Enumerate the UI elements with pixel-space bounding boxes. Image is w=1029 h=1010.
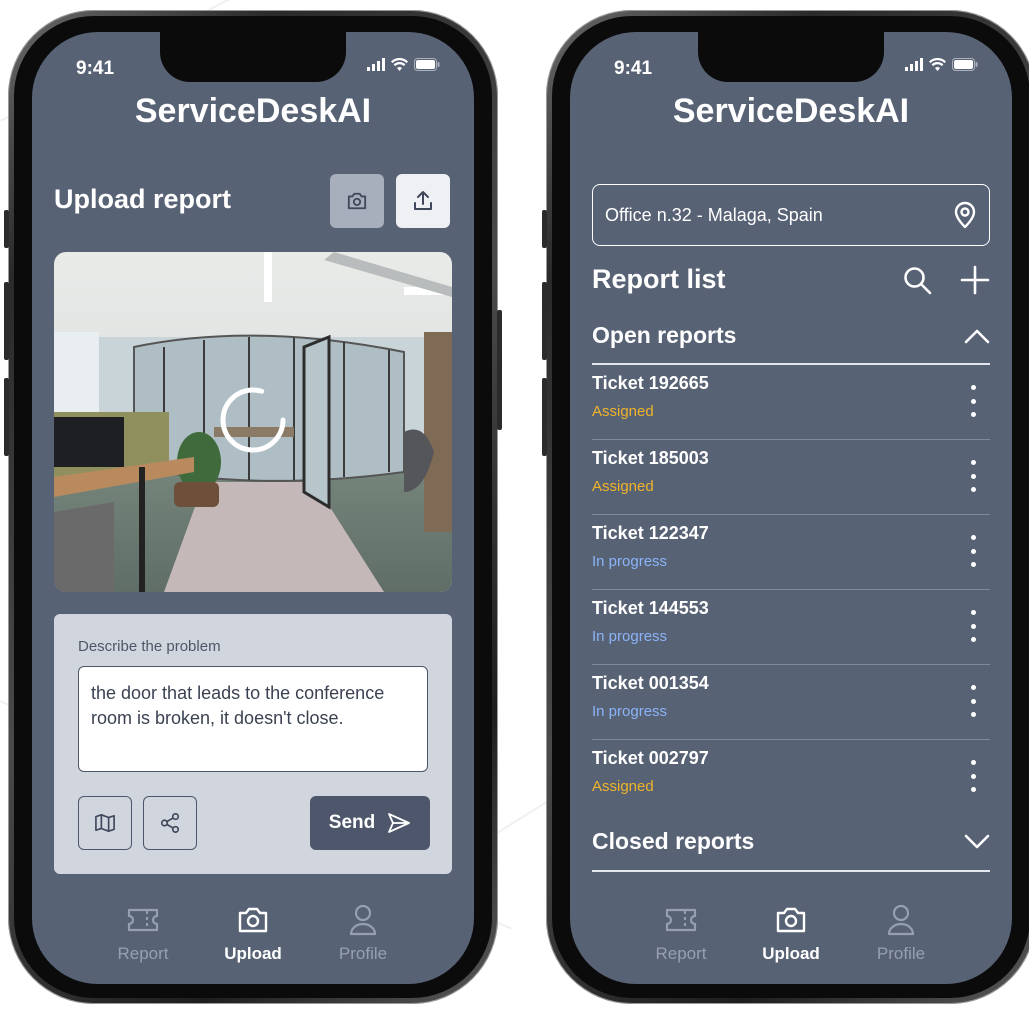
status-time: 9:41 — [76, 58, 115, 79]
upload-icon — [414, 191, 432, 210]
camera-button[interactable] — [330, 174, 384, 228]
tab-report[interactable]: Report — [93, 902, 193, 964]
ticket-status: In progress — [592, 553, 668, 570]
tab-report-label: Report — [117, 944, 169, 963]
tab-upload-label: Upload — [762, 944, 820, 963]
battery-icon — [952, 58, 978, 71]
send-icon — [388, 813, 411, 833]
open-reports-label: Open reports — [592, 322, 737, 348]
camera-icon — [238, 907, 268, 933]
upload-screen: 9:41 ServiceDeskAI Upload report Describ… — [32, 32, 474, 984]
ticket-row[interactable]: Ticket 001354 In progress — [592, 665, 990, 740]
closed-reports-label: Closed reports — [592, 828, 755, 854]
tab-profile-label: Profile — [876, 944, 926, 963]
ticket-title: Ticket 185003 — [592, 448, 709, 468]
tab-upload[interactable]: Upload — [203, 902, 303, 964]
tab-upload[interactable]: Upload — [741, 902, 841, 964]
more-vertical-icon[interactable] — [970, 760, 976, 792]
phone-report-list: 9:41 ServiceDeskAI Office n.32 - Malaga,… — [542, 10, 1029, 1004]
ticket-icon — [665, 908, 697, 932]
ticket-title: Ticket 192665 — [592, 373, 709, 393]
page-title: Upload report — [54, 184, 232, 214]
ticket-row[interactable]: Ticket 192665 Assigned — [592, 365, 990, 440]
location-pin-icon — [954, 201, 976, 229]
search-icon[interactable] — [902, 265, 932, 295]
office-photo — [54, 252, 452, 592]
more-vertical-icon[interactable] — [970, 685, 976, 717]
ticket-status: Assigned — [592, 778, 654, 795]
signal-icon — [367, 58, 385, 71]
map-button[interactable] — [78, 796, 132, 850]
status-time: 9:41 — [614, 58, 653, 79]
more-vertical-icon[interactable] — [970, 610, 976, 642]
ticket-title: Ticket 002797 — [592, 748, 709, 768]
plus-icon[interactable] — [960, 265, 990, 295]
share-icon — [160, 813, 180, 833]
tab-bar: Report Upload Profile — [32, 902, 474, 972]
share-button[interactable] — [143, 796, 197, 850]
send-button-label: Send — [328, 812, 376, 833]
tab-profile-label: Profile — [338, 944, 388, 963]
more-vertical-icon[interactable] — [970, 535, 976, 567]
wifi-icon — [929, 58, 946, 71]
report-photo — [54, 252, 452, 592]
app-title: ServiceDeskAI — [134, 92, 372, 130]
upload-button[interactable] — [396, 174, 450, 228]
ticket-title: Ticket 001354 — [592, 673, 709, 693]
form-label: Describe the problem — [78, 638, 221, 655]
report-list-header: Report list — [592, 264, 990, 295]
chevron-up-icon — [964, 329, 990, 343]
user-icon — [349, 904, 377, 936]
tab-report-label: Report — [655, 944, 707, 963]
user-icon — [887, 904, 915, 936]
closed-reports-header[interactable]: Closed reports — [592, 828, 990, 855]
ticket-status: Assigned — [592, 403, 654, 420]
signal-icon — [905, 58, 923, 71]
tab-report[interactable]: Report — [631, 902, 731, 964]
battery-icon — [414, 58, 440, 71]
tab-bar: Report Upload Profile — [570, 902, 1012, 972]
map-icon — [95, 814, 115, 832]
page-title: Report list — [592, 264, 726, 294]
ticket-row[interactable]: Ticket 122347 In progress — [592, 515, 990, 590]
location-text: Office n.32 - Malaga, Spain — [605, 204, 823, 225]
ticket-row[interactable]: Ticket 144553 In progress — [592, 590, 990, 665]
phone-upload: 9:41 ServiceDeskAI Upload report Describ… — [4, 10, 502, 1004]
notch — [698, 32, 884, 82]
ticket-row[interactable]: Ticket 185003 Assigned — [592, 440, 990, 515]
ticket-status: In progress — [592, 628, 668, 645]
ticket-title: Ticket 122347 — [592, 523, 709, 543]
report-list-screen: 9:41 ServiceDeskAI Office n.32 - Malaga,… — [570, 32, 1012, 984]
description-textarea[interactable]: the door that leads to the conference ro… — [78, 666, 428, 772]
camera-icon — [347, 192, 367, 210]
open-reports-header[interactable]: Open reports — [592, 322, 990, 349]
ticket-status: Assigned — [592, 478, 654, 495]
chevron-down-icon — [964, 834, 990, 848]
ticket-status: In progress — [592, 703, 668, 720]
tab-profile[interactable]: Profile — [313, 902, 413, 964]
wifi-icon — [391, 58, 408, 71]
location-selector[interactable]: Office n.32 - Malaga, Spain — [592, 184, 990, 246]
tab-upload-label: Upload — [224, 944, 282, 963]
ticket-icon — [127, 908, 159, 932]
report-form: Describe the problem the door that leads… — [54, 614, 452, 874]
status-icons — [905, 58, 978, 71]
ticket-title: Ticket 144553 — [592, 598, 709, 618]
ticket-row[interactable]: Ticket 002797 Assigned — [592, 740, 990, 815]
more-vertical-icon[interactable] — [970, 460, 976, 492]
camera-icon — [776, 907, 806, 933]
more-vertical-icon[interactable] — [970, 385, 976, 417]
send-button[interactable]: Send — [310, 796, 430, 850]
notch — [160, 32, 346, 82]
app-title: ServiceDeskAI — [672, 92, 910, 130]
status-icons — [367, 58, 440, 71]
tab-profile[interactable]: Profile — [851, 902, 951, 964]
divider — [592, 870, 990, 872]
